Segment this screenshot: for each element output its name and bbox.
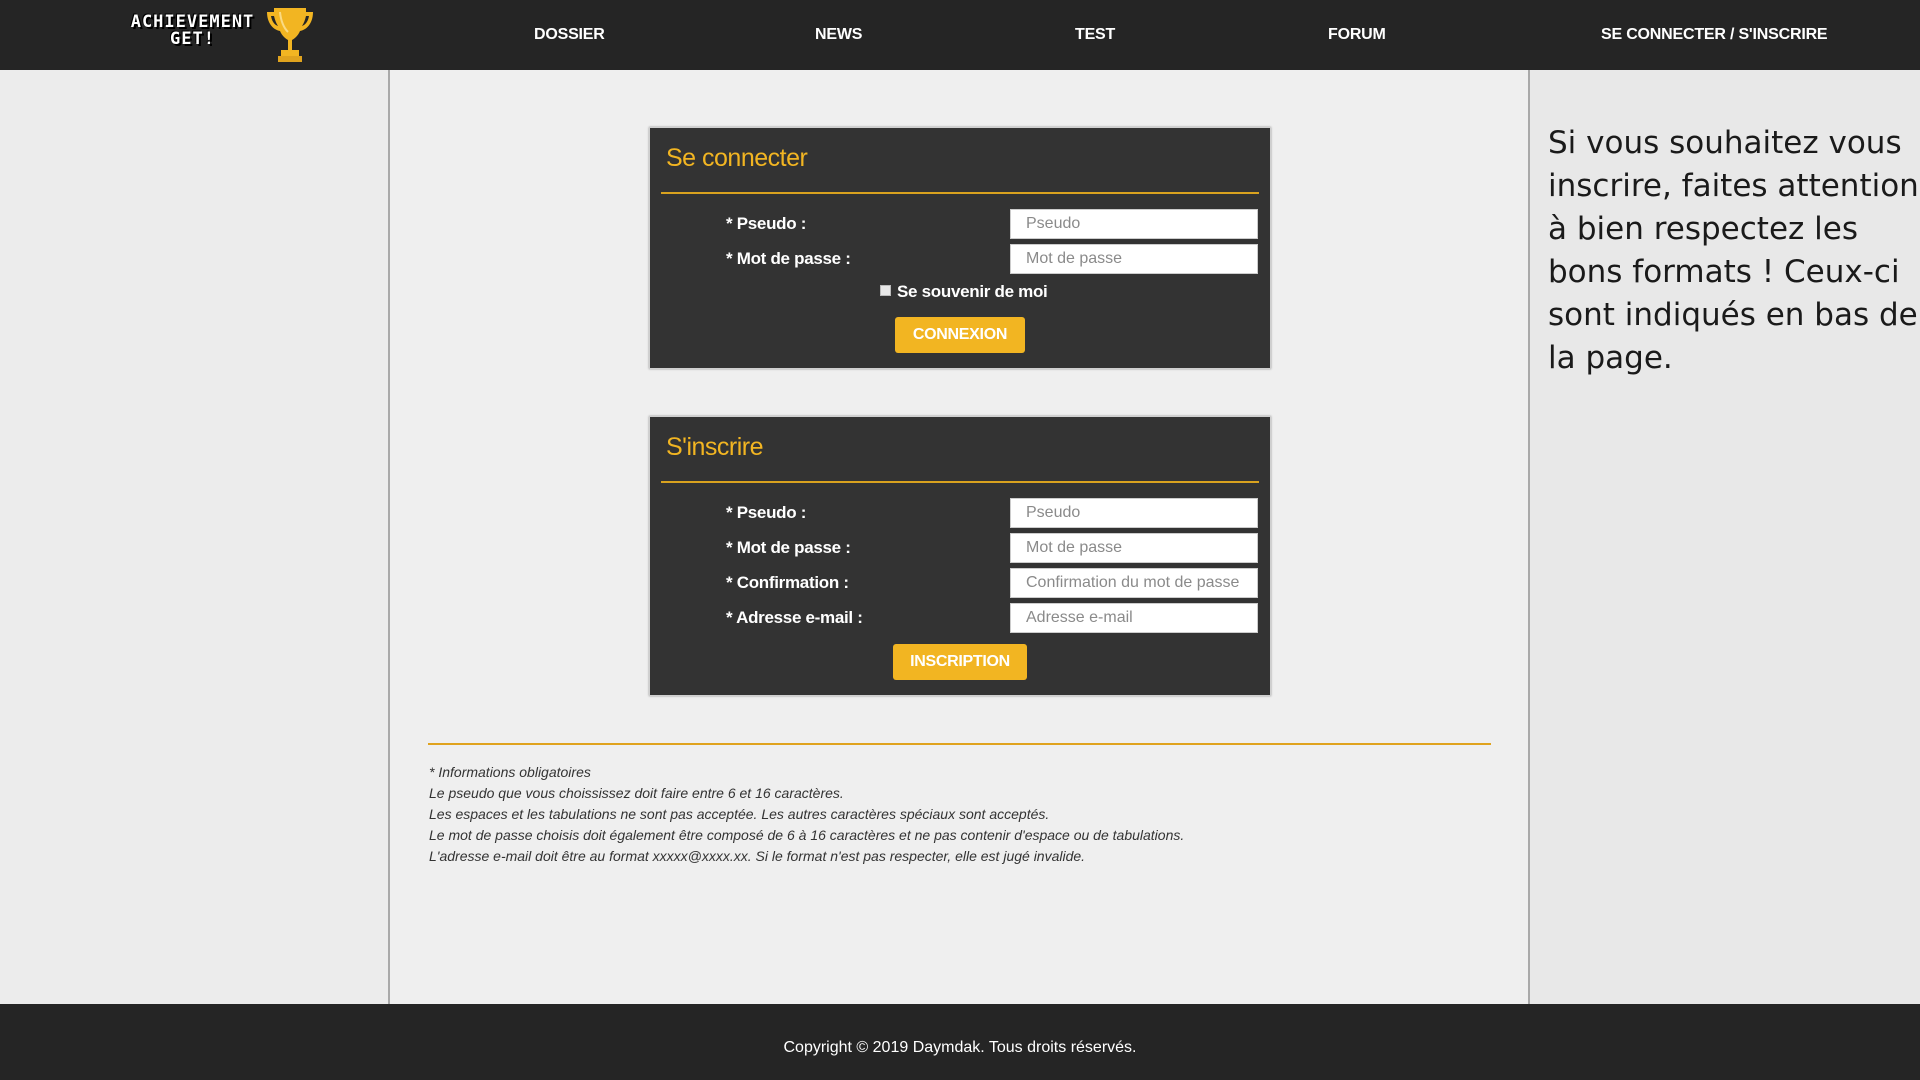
register-confirm-label: * Confirmation : <box>726 573 849 592</box>
info-divider <box>428 743 1491 745</box>
remember-me-checkbox[interactable] <box>880 285 891 296</box>
nav-forum[interactable]: FORUM <box>1328 0 1386 70</box>
info-line-password: Le mot de passe choisis doit également ê… <box>429 827 1185 843</box>
remember-me-label: Se souvenir de moi <box>897 282 1048 301</box>
nav-dossier[interactable]: DOSSIER <box>534 0 605 70</box>
remember-me[interactable]: Se souvenir de moi <box>880 282 1048 302</box>
info-line-required: * Informations obligatoires <box>429 764 591 780</box>
connexion-button[interactable]: CONNEXION <box>895 317 1025 353</box>
right-sidebar: Si vous souhaitez vous inscrire, faites … <box>1530 70 1920 1004</box>
register-panel: S'inscrire * Pseudo : * Mot de passe : *… <box>649 416 1271 696</box>
register-email-label: * Adresse e-mail : <box>726 608 863 627</box>
nav-news[interactable]: NEWS <box>815 0 862 70</box>
register-email-input[interactable] <box>1010 603 1258 633</box>
site-logo[interactable]: ACHIEVEMENT GET! <box>110 6 320 64</box>
login-divider <box>661 192 1259 194</box>
register-password-label: * Mot de passe : <box>726 538 851 557</box>
login-pseudo-input[interactable] <box>1010 209 1258 239</box>
register-password-input[interactable] <box>1010 533 1258 563</box>
login-password-input[interactable] <box>1010 244 1258 274</box>
footer: Copyright © 2019 Daymdak. Tous droits ré… <box>0 1004 1920 1080</box>
trophy-icon <box>267 8 313 62</box>
register-confirm-input[interactable] <box>1010 568 1258 598</box>
left-sidebar <box>0 70 388 1004</box>
nav-test[interactable]: TEST <box>1075 0 1115 70</box>
info-line-email: L'adresse e-mail doit être au format xxx… <box>429 848 1086 864</box>
register-pseudo-label: * Pseudo : <box>726 503 807 522</box>
login-panel: Se connecter * Pseudo : * Mot de passe :… <box>649 127 1271 369</box>
format-notice: Si vous souhaitez vous inscrire, faites … <box>1548 125 1919 376</box>
requirements-info: * Informations obligatoires Le pseudo qu… <box>429 762 1184 867</box>
info-line-spaces: Les espaces et les tabulations ne sont p… <box>429 806 1050 822</box>
login-title: Se connecter <box>666 144 808 172</box>
info-line-pseudo: Le pseudo que vous choississez doit fair… <box>429 785 844 801</box>
register-pseudo-input[interactable] <box>1010 498 1258 528</box>
logo-line-2: GET! <box>170 29 215 49</box>
top-navbar: ACHIEVEMENT GET! DOSSIER NEWS TEST FORUM… <box>0 0 1920 70</box>
logo-text: ACHIEVEMENT GET! <box>110 14 275 48</box>
footer-copyright: Copyright © 2019 Daymdak. Tous droits ré… <box>783 1039 1137 1056</box>
nav-login-register[interactable]: SE CONNECTER / S'INSCRIRE <box>1601 0 1828 70</box>
register-divider <box>661 481 1259 483</box>
login-pseudo-label: * Pseudo : <box>726 214 807 233</box>
register-title: S'inscrire <box>666 433 764 461</box>
login-password-label: * Mot de passe : <box>726 249 851 268</box>
inscription-button[interactable]: INSCRIPTION <box>893 644 1027 680</box>
